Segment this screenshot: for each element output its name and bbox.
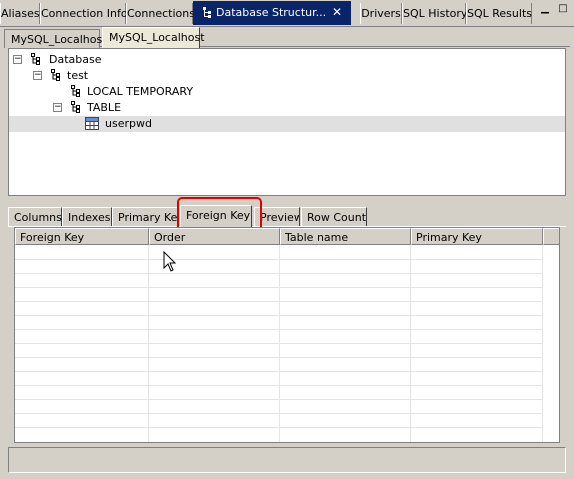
close-icon[interactable]: ✕ xyxy=(332,5,342,19)
column-label: Primary Key xyxy=(416,231,482,244)
connection-tab-bar: MySQL_Localhost MySQL_Localhost xyxy=(4,27,570,48)
tree-node-database[interactable]: − Database xyxy=(9,52,565,68)
grid-line xyxy=(15,343,543,344)
tree-label: userpwd xyxy=(105,117,152,130)
grid-line xyxy=(15,427,543,428)
minimize-icon[interactable]: ▁ xyxy=(538,3,552,17)
database-structure-icon xyxy=(203,7,211,18)
collapse-icon[interactable]: − xyxy=(53,103,62,112)
grid-line xyxy=(15,259,543,260)
detail-tab-bar: Columns Indexes Primary Key Foreign Key … xyxy=(8,205,566,227)
tab-label: SQL History xyxy=(403,7,468,20)
tab-label: Aliases xyxy=(1,7,40,20)
tab-label: Connection Info xyxy=(41,7,128,20)
grid-line xyxy=(15,287,543,288)
tab-sql-results[interactable]: SQL Results xyxy=(466,3,532,24)
tree-node-userpwd[interactable]: userpwd xyxy=(9,116,565,132)
tab-label: MySQL_Localhost xyxy=(109,31,205,44)
grid-line xyxy=(15,385,543,386)
column-label: Table name xyxy=(285,231,349,244)
tab-connection-2[interactable]: MySQL_Localhost xyxy=(102,27,205,48)
tab-aliases[interactable]: Aliases xyxy=(0,3,40,24)
tab-connection-info[interactable]: Connection Info xyxy=(40,3,128,24)
grid-line xyxy=(15,357,543,358)
tab-connection-1[interactable]: MySQL_Localhost xyxy=(4,29,107,48)
tab-label: Row Count xyxy=(307,211,367,224)
tab-label: MySQL_Localhost xyxy=(11,33,107,46)
tab-primary-key[interactable]: Primary Key xyxy=(112,207,178,226)
grid-line xyxy=(15,371,543,372)
tab-drivers[interactable]: Drivers xyxy=(360,3,402,24)
tree-node-icon xyxy=(71,85,80,97)
tab-connections[interactable]: Connections xyxy=(126,3,195,24)
tab-label: Drivers xyxy=(361,7,401,20)
tree-node-test[interactable]: − test xyxy=(9,68,565,84)
view-tab-bar: Aliases Connection Info Connections Data… xyxy=(0,0,574,27)
column-header-table-name[interactable]: Table name xyxy=(280,228,411,245)
grid-line xyxy=(15,273,543,274)
grid-line xyxy=(15,399,543,400)
tree-label: Database xyxy=(49,53,102,66)
table-icon xyxy=(85,117,99,130)
grid-line xyxy=(15,301,543,302)
grid-line xyxy=(15,413,543,414)
grid-line xyxy=(15,329,543,330)
tab-indexes[interactable]: Indexes xyxy=(62,207,112,226)
tree-label: LOCAL TEMPORARY xyxy=(87,85,194,98)
collapse-icon[interactable]: − xyxy=(33,71,42,80)
database-tree: − Database − test LOCAL TEMPORARY − TABL… xyxy=(8,48,566,196)
tab-database-structure[interactable]: Database Structur... ✕ xyxy=(193,1,351,25)
tab-label: SQL Results xyxy=(467,7,532,20)
column-header-order[interactable]: Order xyxy=(149,228,280,245)
column-label: Order xyxy=(154,231,186,244)
column-header-primary-key[interactable]: Primary Key xyxy=(411,228,543,245)
tree-node-icon xyxy=(31,53,40,65)
tab-row-count[interactable]: Row Count xyxy=(301,207,367,226)
column-header-foreign-key[interactable]: Foreign Key xyxy=(15,228,149,245)
splitter[interactable] xyxy=(0,197,574,201)
column-header-filler xyxy=(543,228,559,245)
tab-columns[interactable]: Columns xyxy=(8,207,62,226)
collapse-icon[interactable]: − xyxy=(13,55,22,64)
tab-label: Indexes xyxy=(68,211,111,224)
tree-label: TABLE xyxy=(87,101,122,114)
tab-sql-history[interactable]: SQL History xyxy=(402,3,468,24)
tab-label: Preview xyxy=(260,211,300,224)
tab-label: Primary Key xyxy=(118,211,178,224)
tree-node-local-temporary[interactable]: LOCAL TEMPORARY xyxy=(9,84,565,100)
tab-label: Connections xyxy=(127,7,195,20)
tree-node-icon xyxy=(71,101,80,113)
mouse-pointer-icon xyxy=(163,251,177,272)
tree-node-table[interactable]: − TABLE xyxy=(9,100,565,116)
tree-node-icon xyxy=(51,69,60,81)
tab-label: Database Structur... xyxy=(216,6,327,19)
maximize-icon[interactable]: □ xyxy=(556,3,570,17)
grid-line xyxy=(15,315,543,316)
tree-label: test xyxy=(67,69,89,82)
tab-label: Columns xyxy=(14,211,62,224)
foreign-key-table: Foreign Key Order Table name Primary Key xyxy=(14,227,560,443)
column-label: Foreign Key xyxy=(20,231,85,244)
status-bar xyxy=(8,447,566,473)
